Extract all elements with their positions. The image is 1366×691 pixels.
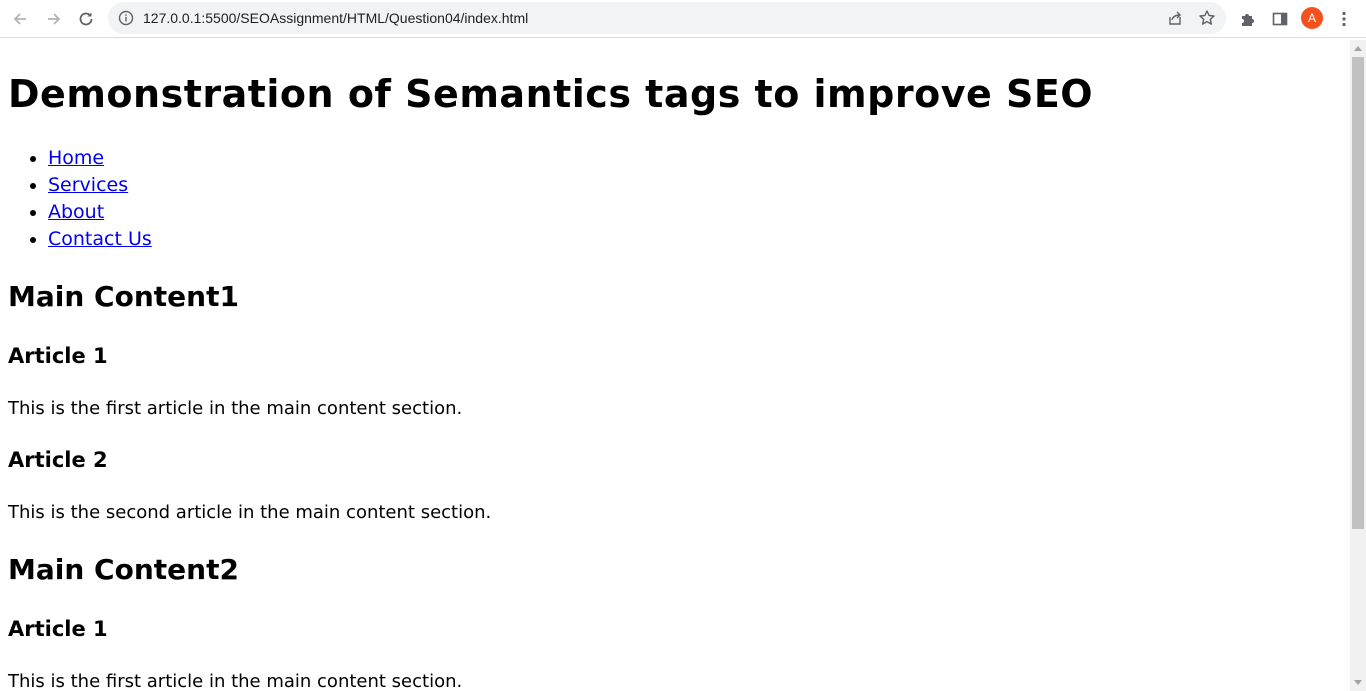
nav-link-contact-us[interactable]: Contact Us: [48, 228, 152, 250]
vertical-scrollbar[interactable]: [1350, 40, 1366, 691]
browser-toolbar: 127.0.0.1:5500/SEOAssignment/HTML/Questi…: [0, 0, 1366, 38]
forward-button[interactable]: [41, 6, 67, 32]
page-title: Demonstration of Semantics tags to impro…: [8, 72, 1094, 116]
bookmark-star-icon[interactable]: [1198, 9, 1216, 31]
article-heading: Article 1: [8, 617, 108, 641]
address-bar[interactable]: 127.0.0.1:5500/SEOAssignment/HTML/Questi…: [108, 2, 1226, 34]
extensions-button[interactable]: [1235, 6, 1261, 32]
section-heading: Main Content1: [8, 280, 239, 313]
reload-button[interactable]: [73, 6, 99, 32]
article-text: This is the second article in the main c…: [8, 502, 492, 523]
section-heading: Main Content2: [8, 553, 239, 586]
scroll-down-arrow-icon[interactable]: [1354, 680, 1362, 685]
article-heading: Article 2: [8, 448, 108, 472]
nav-list: Home Services About Contact Us: [8, 145, 152, 253]
reload-icon: [79, 12, 93, 26]
nav-item: Services: [48, 172, 152, 199]
side-panel-icon: [1272, 12, 1288, 26]
menu-button[interactable]: [1331, 6, 1357, 32]
page-viewport: Demonstration of Semantics tags to impro…: [0, 40, 1350, 691]
nav-link-about[interactable]: About: [48, 201, 104, 223]
site-info-icon[interactable]: [118, 10, 134, 30]
article-text: This is the first article in the main co…: [8, 671, 463, 691]
nav-item: Home: [48, 145, 152, 172]
nav-item: Contact Us: [48, 226, 152, 253]
back-button[interactable]: [7, 6, 33, 32]
share-icon[interactable]: [1166, 9, 1184, 31]
article-heading: Article 1: [8, 344, 108, 368]
article-text: This is the first article in the main co…: [8, 398, 463, 419]
url-text[interactable]: 127.0.0.1:5500/SEOAssignment/HTML/Questi…: [143, 10, 528, 26]
side-panel-button[interactable]: [1267, 6, 1293, 32]
nav-link-home[interactable]: Home: [48, 147, 104, 169]
more-vert-icon: [1342, 11, 1346, 27]
scrollbar-thumb[interactable]: [1352, 57, 1364, 529]
scroll-up-arrow-icon[interactable]: [1354, 46, 1362, 51]
puzzle-icon: [1242, 14, 1254, 26]
nav-link-services[interactable]: Services: [48, 174, 128, 196]
forward-arrow-icon: [48, 13, 61, 25]
nav-item: About: [48, 199, 152, 226]
profile-avatar[interactable]: A: [1301, 7, 1323, 29]
back-arrow-icon: [13, 13, 26, 25]
